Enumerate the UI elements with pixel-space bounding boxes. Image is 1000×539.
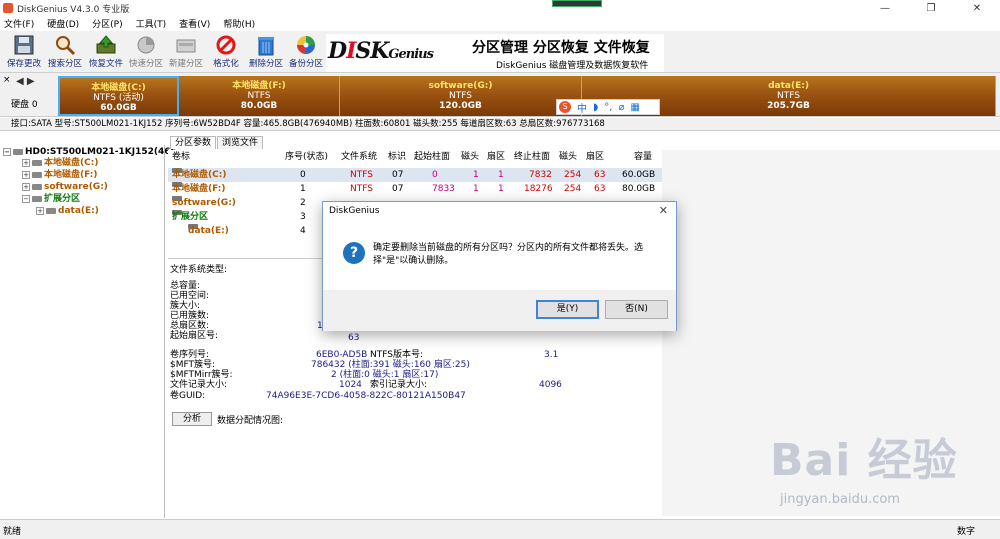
partition-icon [32,183,42,190]
menu-file[interactable]: 文件(F) [4,17,34,30]
tree-item-g[interactable]: + software(G:) [22,182,108,193]
tree-item-e[interactable]: + data(E:) [36,206,99,217]
right-pane [662,150,1000,516]
new-partition-icon [176,39,196,53]
banner-subtitle: DiskGenius 磁盘管理及数据恢复软件 [496,61,649,71]
table-row[interactable]: 本地磁盘(C:) 0 NTFS 07 0 1 1 7832 254 63 60.… [168,168,662,182]
dialog-message: 确定要删除当前磁盘的所有分区吗？分区内的所有文件都将丢失。选择"是"以确认删除。 [373,243,644,266]
disk-tree: − HD0:ST500LM021-1KJ152(466 + 本地磁盘(C:) + 本地… [0,145,177,518]
diskgenius-logo: DISKGenius [328,38,434,64]
expand-icon[interactable]: + [36,206,44,215]
ime-logo-icon: S [559,101,571,113]
tree-disk-hd0[interactable]: − HD0:ST500LM021-1KJ152(466 [3,147,177,158]
new-partition-button[interactable]: 新建分区 [166,34,206,72]
title-bar: DiskGenius V4.3.0 专业版 — ❐ ✕ [0,0,1000,16]
format-button[interactable]: 格式化 [206,34,246,72]
overlay-bar [552,0,602,7]
status-text: 就绪 [3,527,22,537]
analyze-button[interactable]: 分析 [172,412,212,426]
menu-partition[interactable]: 分区(P) [92,17,122,30]
status-bar: 就绪 数字 [0,519,1000,539]
hard-disk-icon [13,148,23,155]
collapse-icon[interactable]: − [22,194,30,203]
save-icon [14,35,34,55]
disk-nav-arrows[interactable]: ◀ ▶ [16,76,35,87]
partition-map: 本地磁盘(C:) NTFS (活动) 60.0GB 本地磁盘(F:) NTFS 80.0… [58,76,996,116]
search-partition-button[interactable]: 搜索分区 [45,34,85,72]
tab-browse-files[interactable]: 浏览文件 [217,136,264,149]
tree-item-f[interactable]: + 本地磁盘(F:) [22,170,97,181]
tree-item-c[interactable]: + 本地磁盘(C:) [22,158,98,169]
col-header-index[interactable]: 序号(状态) [285,152,328,163]
menu-view[interactable]: 查看(V) [179,17,210,30]
disk-info-bar: 接口:SATA 型号:ST500LM021-1KJ152 序列号:6W52BD4… [0,118,1000,131]
tree-item-extended[interactable]: − 扩展分区 [22,194,80,205]
quick-partition-icon [137,36,155,54]
punctuation-icon[interactable]: °, [604,102,612,113]
ime-toolbar[interactable]: S 中 ◗ °, ⌀ ▦ [556,99,660,115]
maximize-button[interactable]: ❐ [908,0,954,16]
tab-partition-params[interactable]: 分区参数 [170,136,217,149]
expand-icon[interactable]: + [22,170,30,179]
partition-icon [32,159,42,166]
dialog-title: DiskGenius [329,206,380,216]
col-header-end-sector[interactable]: 扇区 [586,152,604,163]
no-button[interactable]: 否(N) [605,300,668,319]
window-title: DiskGenius V4.3.0 专业版 [17,4,130,15]
menu-help[interactable]: 帮助(H) [223,17,255,30]
grid-icon[interactable]: ▦ [631,102,640,113]
collapse-icon[interactable]: − [3,147,11,156]
col-header-start-sector[interactable]: 扇区 [487,152,505,163]
recover-file-button[interactable]: 恢复文件 [86,34,126,72]
partition-block-f[interactable]: 本地磁盘(F:) NTFS 80.0GB [179,76,340,116]
partition-block-g[interactable]: software(G:) NTFS 120.0GB [340,76,582,116]
yes-button[interactable]: 是(Y) [536,300,599,319]
col-header-fs[interactable]: 文件系统 [341,152,377,163]
fs-type-label: 文件系统类型: [170,265,228,275]
moon-icon[interactable]: ◗ [593,102,598,113]
dialog-button-area: 是(Y) 否(N) [323,290,676,331]
delete-partition-button[interactable]: 删除分区 [246,34,286,72]
expand-icon[interactable]: + [22,158,30,167]
app-icon [3,3,13,13]
mic-icon[interactable]: ⌀ [618,102,624,113]
delete-partition-icon [258,37,274,56]
partition-icon [46,207,56,214]
col-header-id[interactable]: 标识 [388,152,406,163]
minimize-button[interactable]: — [862,0,908,16]
disk-label: 硬盘 0 [11,100,38,110]
partition-block-c[interactable]: 本地磁盘(C:) NTFS (活动) 60.0GB [58,76,179,116]
close-button[interactable]: ✕ [954,0,1000,16]
col-header-label[interactable]: 卷标 [172,152,190,163]
numlock-indicator: 数字 [957,527,976,537]
data-distribution-label: 数据分配情况图: [217,416,284,426]
backup-partition-button[interactable]: 备份分区 [286,34,326,72]
quick-partition-button[interactable]: 快速分区 [126,34,166,72]
brand-banner: DISKGenius 分区管理 分区恢复 文件恢复 DiskGenius 磁盘管… [326,34,664,72]
close-icon[interactable]: × [3,75,11,85]
format-icon [216,35,236,55]
menu-disk[interactable]: 硬盘(D) [47,17,79,30]
col-header-end-cyl[interactable]: 终止柱面 [514,152,550,163]
col-header-start-cyl[interactable]: 起始柱面 [414,152,450,163]
partition-icon [32,171,42,178]
col-header-end-head[interactable]: 磁头 [559,152,577,163]
search-icon [56,36,76,56]
extended-partition-icon [32,195,42,202]
question-icon: ? [343,242,365,264]
backup-partition-icon [297,36,315,54]
expand-icon[interactable]: + [22,182,30,191]
save-changes-button[interactable]: 保存更改 [4,34,44,72]
banner-slogan: 分区管理 分区恢复 文件恢复 [472,40,650,56]
menu-tools[interactable]: 工具(T) [136,17,167,30]
menu-bar: 文件(F) 硬盘(D) 分区(P) 工具(T) 查看(V) 帮助(H) [0,16,1000,31]
detail-tabs: 分区参数 浏览文件 [170,136,264,149]
col-header-start-head[interactable]: 磁头 [461,152,479,163]
ime-chinese-mode[interactable]: 中 [577,100,587,115]
recover-file-icon [96,35,116,54]
dialog-close-button[interactable]: ✕ [659,204,668,217]
table-row[interactable]: 本地磁盘(F:) 1 NTFS 07 7833 1 1 18276 254 63… [168,182,662,196]
confirm-delete-dialog: DiskGenius ✕ ? 确定要删除当前磁盘的所有分区吗？分区内的所有文件都… [322,201,677,331]
col-header-capacity[interactable]: 容量 [634,152,652,163]
